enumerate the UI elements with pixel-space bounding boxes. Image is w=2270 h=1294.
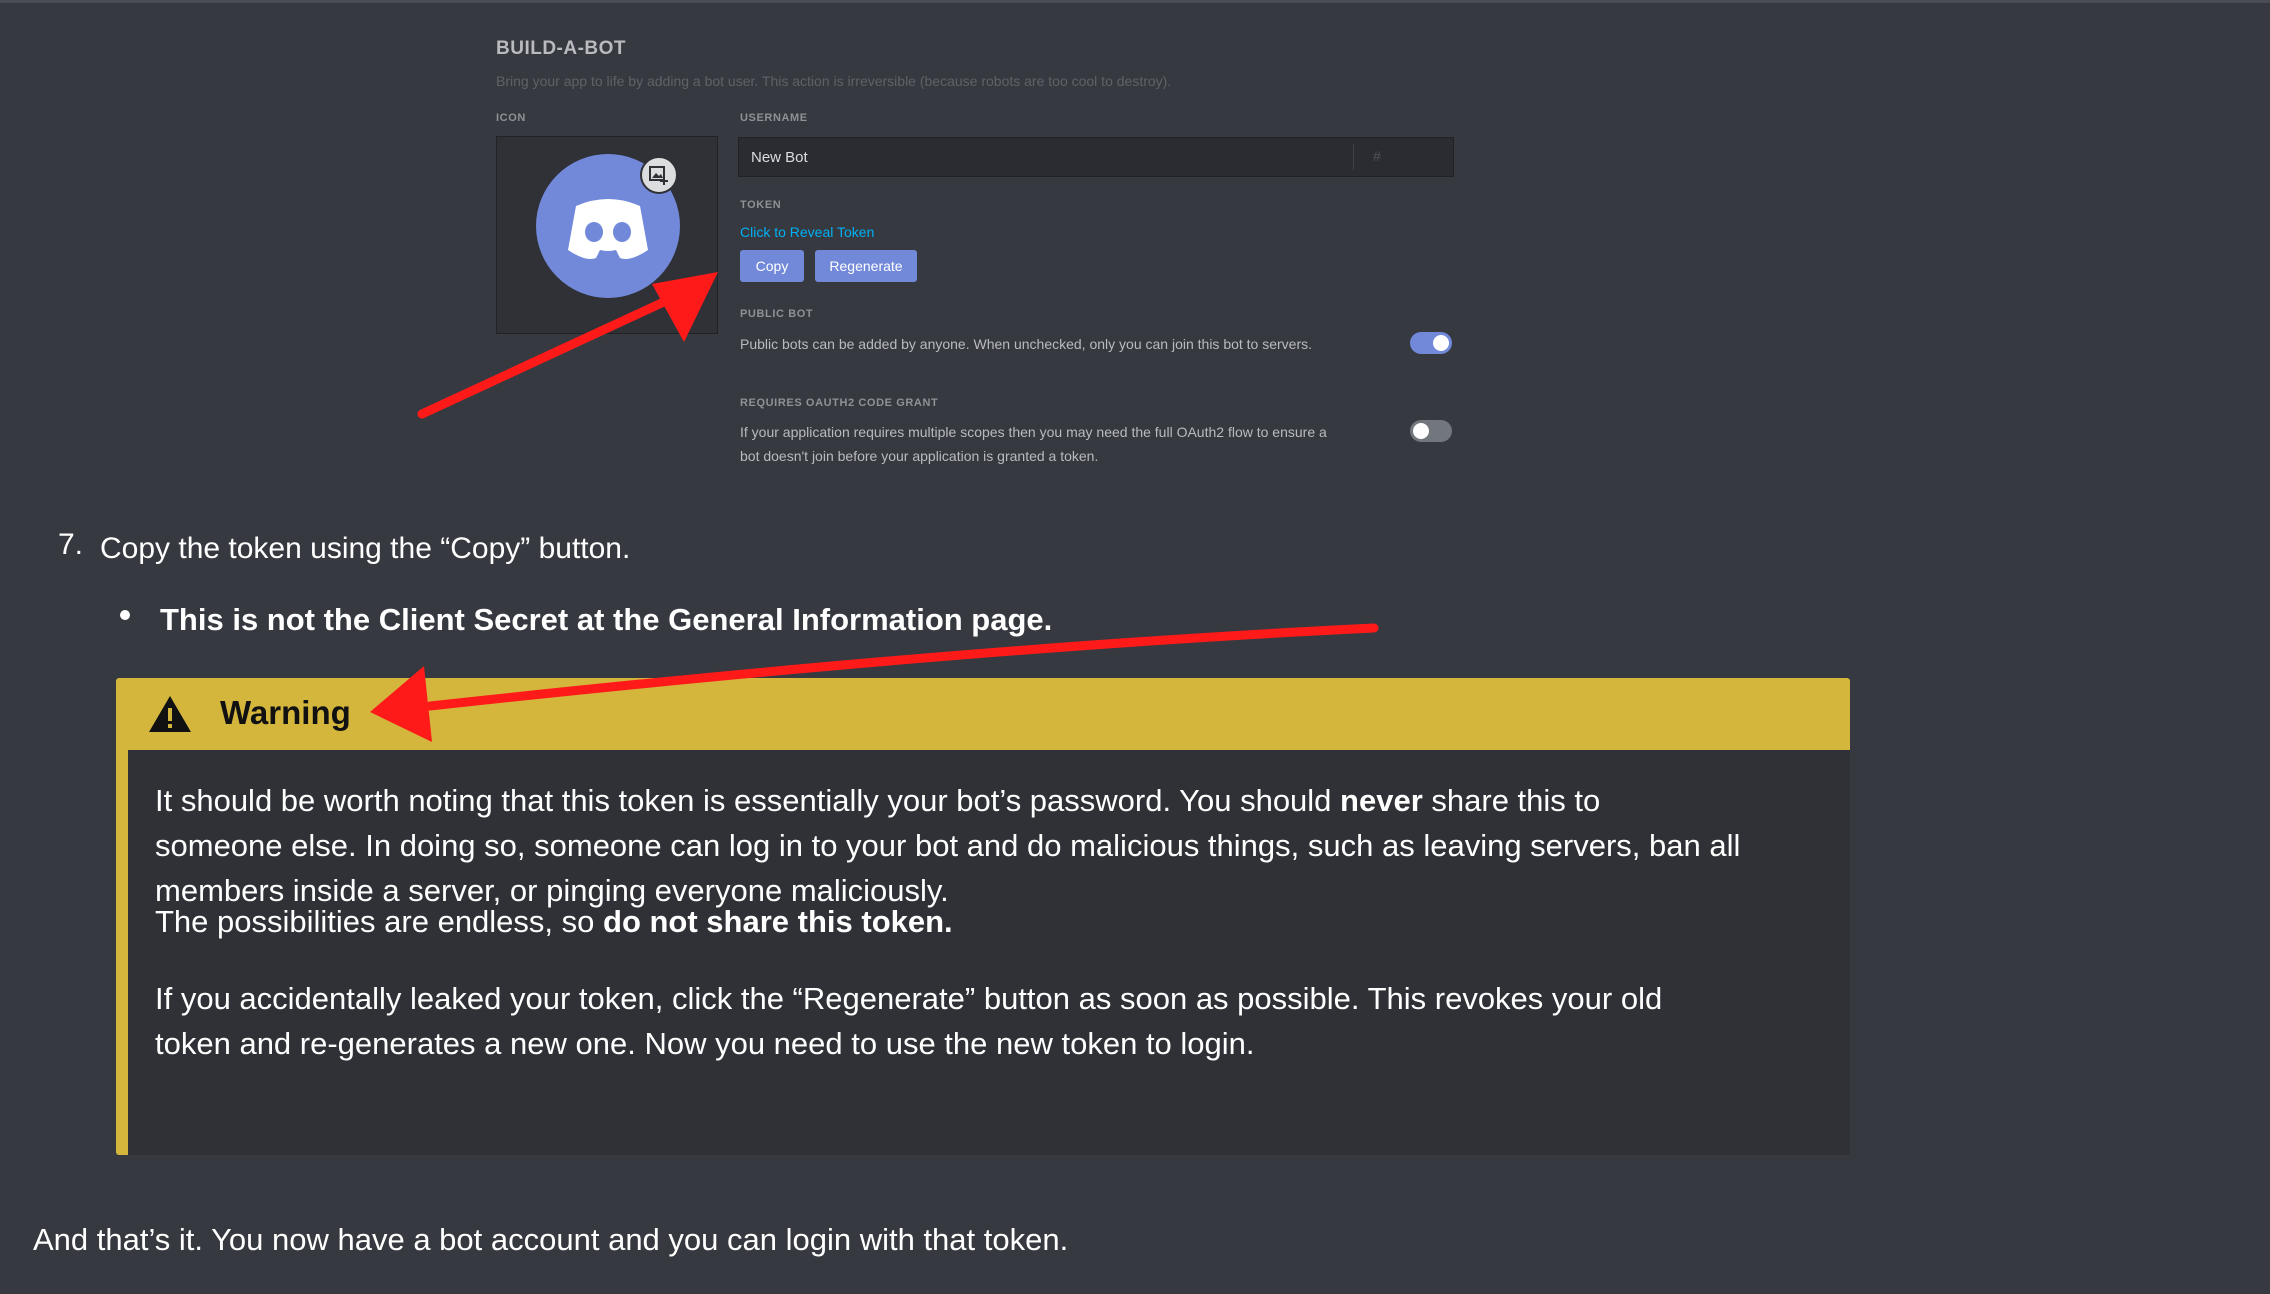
bullet-icon [120, 610, 130, 620]
oauth-toggle[interactable] [1410, 420, 1452, 442]
step-number: 7. [58, 528, 84, 561]
top-divider [0, 0, 2270, 3]
username-value: New Bot [751, 149, 808, 166]
oauth-description-line-1: If your application requires multiple sc… [740, 424, 1327, 440]
bullet-text: This is not the Client Secret at the Gen… [160, 602, 1053, 637]
warning-p1-line-1: It should be worth noting that this toke… [155, 783, 1601, 818]
warning-paragraph-2: The possibilities are endless, so do not… [155, 904, 953, 939]
warning-header: Warning [128, 678, 1850, 750]
toggle-knob [1413, 423, 1429, 439]
public-bot-description: Public bots can be added by anyone. When… [740, 336, 1313, 352]
warning-callout: Warning It should be worth noting that t… [116, 678, 1850, 1155]
toggle-knob [1433, 335, 1449, 351]
emphasis-never: never [1340, 783, 1423, 818]
token-label: TOKEN [740, 199, 782, 211]
warning-title: Warning [220, 694, 351, 731]
icon-label: ICON [496, 112, 526, 124]
public-bot-toggle[interactable] [1410, 332, 1452, 354]
regenerate-button[interactable]: Regenerate [815, 250, 917, 282]
field-separator [1353, 144, 1354, 170]
username-label: USERNAME [740, 112, 808, 124]
upload-image-icon[interactable] [640, 156, 678, 194]
emphasis-do-not-share: do not share this token. [603, 904, 953, 939]
warning-p3-line-2: token and re-generates a new one. Now yo… [155, 1026, 1255, 1061]
warning-p1-line-2: someone else. In doing so, someone can l… [155, 828, 1741, 863]
warning-triangle-icon [149, 696, 191, 732]
reveal-token-link[interactable]: Click to Reveal Token [740, 224, 874, 240]
warning-paragraph-3: If you accidentally leaked your token, c… [155, 976, 1835, 1066]
warning-p3-line-1: If you accidentally leaked your token, c… [155, 981, 1663, 1016]
oauth-label: REQUIRES OAUTH2 CODE GRANT [740, 397, 939, 409]
build-a-bot-title: BUILD-A-BOT [496, 38, 627, 59]
closing-paragraph: And that’s it. You now have a bot accoun… [33, 1222, 1069, 1257]
public-bot-label: PUBLIC BOT [740, 308, 814, 320]
step-text: Copy the token using the “Copy” button. [100, 532, 631, 565]
discriminator-field[interactable]: # [1373, 148, 1381, 164]
warning-paragraph-1: It should be worth noting that this toke… [155, 778, 1835, 913]
username-input[interactable]: New Bot # [738, 137, 1454, 177]
build-a-bot-description: Bring your app to life by adding a bot u… [496, 73, 1172, 89]
copy-button[interactable]: Copy [740, 250, 804, 282]
oauth-description-line-2: bot doesn't join before your application… [740, 448, 1099, 464]
